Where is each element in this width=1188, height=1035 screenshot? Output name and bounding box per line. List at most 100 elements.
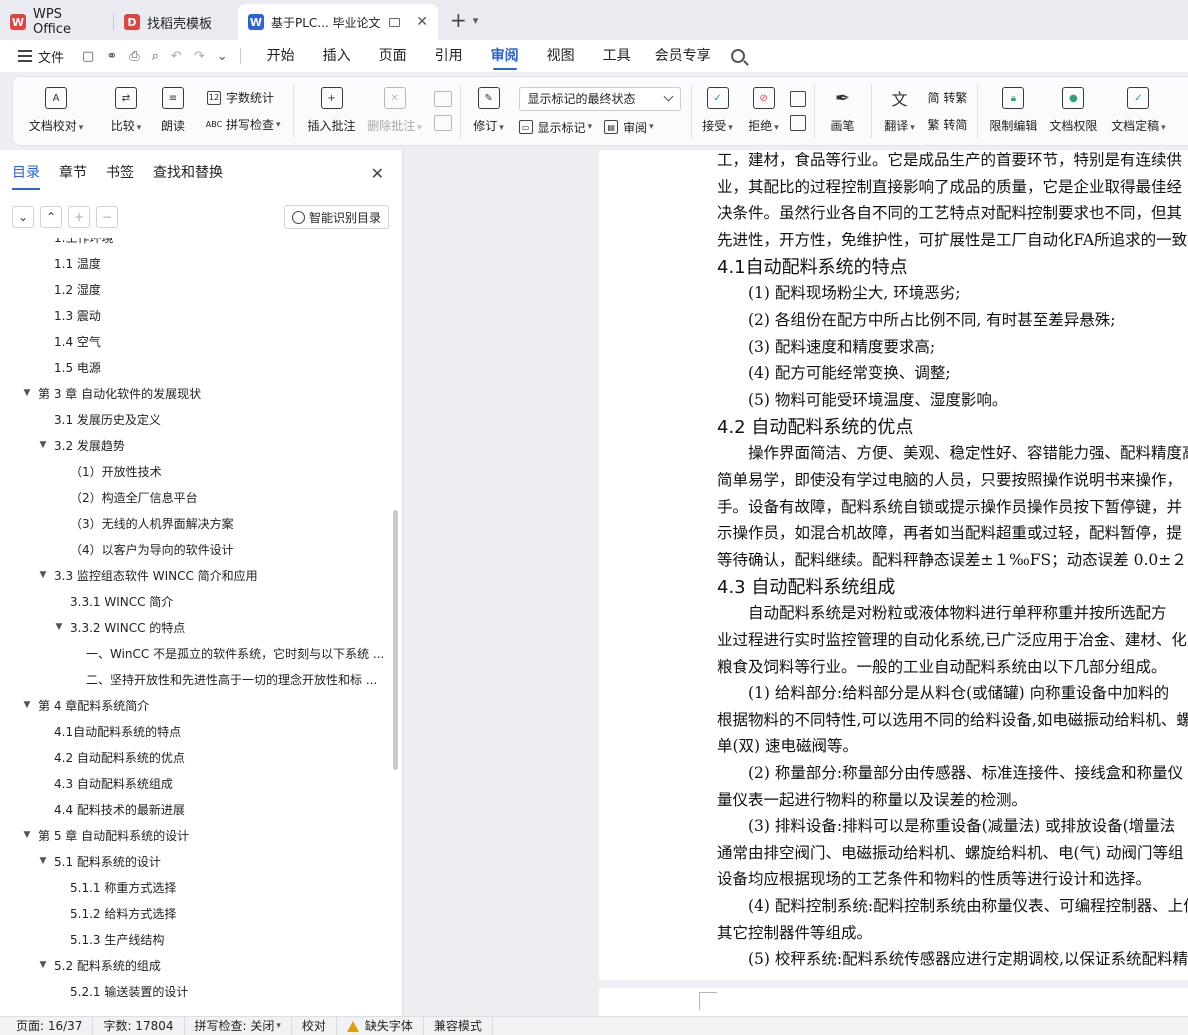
hamburger-icon[interactable] (18, 50, 32, 62)
spell-check-button[interactable]: ABC 拼写检查 ▾ (206, 116, 281, 133)
toc-item[interactable]: 一、WinCC 不是孤立的软件系统，它时刻与以下系统 ... (0, 640, 392, 666)
more-chevron-icon[interactable]: ⌄ (217, 49, 228, 64)
window-icon[interactable] (388, 17, 400, 27)
tab-find-replace[interactable]: 查找和替换 (153, 150, 223, 196)
menu-insert[interactable]: 插入 (309, 40, 365, 72)
reject-button[interactable]: ⊘ 拒绝 ▾ (742, 83, 786, 139)
read-aloud-button[interactable]: ≡ 朗读 (153, 83, 193, 139)
toc-item[interactable]: （3）无线的人机界面解决方案 (0, 510, 392, 536)
doc-finalize-button[interactable]: ✓ 文档定稿 ▾ (1106, 83, 1170, 139)
menu-page[interactable]: 页面 (365, 40, 421, 72)
collapse-triangle-icon[interactable]: ▼ (22, 700, 32, 710)
compare-button[interactable]: ⇄ 比较 ▾ (99, 83, 153, 139)
redo-icon[interactable]: ↷ (194, 49, 205, 64)
toc-item[interactable]: 4.1自动配料系统的特点 (0, 718, 392, 744)
menu-start[interactable]: 开始 (253, 40, 309, 72)
menu-reference[interactable]: 引用 (421, 40, 477, 72)
toc-item[interactable]: 5.1.2 给料方式选择 (0, 900, 392, 926)
accept-button[interactable]: ✓ 接受 ▾ (700, 83, 736, 139)
collapse-triangle-icon[interactable]: ▼ (38, 570, 48, 580)
link-icon[interactable]: ⚭ (106, 49, 117, 64)
toc-item[interactable]: ▼ 3.3.2 WINCC 的特点 (0, 614, 392, 640)
collapse-triangle-icon[interactable]: ▼ (22, 388, 32, 398)
toc-item[interactable]: （2）构造全厂信息平台 (0, 484, 392, 510)
tab-document[interactable]: W 基于PLC... 毕业论文 ✕ (238, 4, 438, 40)
print-preview-icon[interactable]: ⌕ (152, 49, 159, 64)
collapse-triangle-icon[interactable]: ▼ (38, 440, 48, 450)
toc-item[interactable]: ▼ 5.2 配料系统的组成 (0, 952, 392, 978)
new-tab-button[interactable]: + ▾ (450, 8, 478, 32)
toc-scrollbar[interactable] (393, 510, 398, 770)
toc-item[interactable]: （4）以客户为导向的软件设计 (0, 536, 392, 562)
toc-item[interactable]: 4.4 配料技术的最新进展 (0, 796, 392, 822)
smart-toc-button[interactable]: 智能识别目录 (283, 205, 389, 229)
doc-check-button[interactable]: A 文档校对 ▾ (13, 83, 99, 139)
toc-item[interactable]: ▼ 第 4 章配料系统简介 (0, 692, 392, 718)
menu-tools[interactable]: 工具 (589, 40, 645, 72)
toc-item[interactable]: ▼ 第 3 章 自动化软件的发展现状 (0, 380, 392, 406)
toc-item[interactable]: （1）开放性技术 (0, 458, 392, 484)
search-icon[interactable] (730, 49, 745, 63)
previous-change-icon[interactable] (789, 91, 806, 107)
toc-item[interactable]: 1.工作环境 (0, 238, 392, 250)
add-heading-icon[interactable]: + (68, 206, 90, 228)
toc-item[interactable]: 4.2 自动配料系统的优点 (0, 744, 392, 770)
tab-bookmarks[interactable]: 书签 (106, 150, 134, 196)
tab-chapters[interactable]: 章节 (59, 150, 87, 196)
toc-item[interactable]: 1.4 空气 (0, 328, 392, 354)
menu-review[interactable]: 审阅 (477, 40, 533, 72)
tab-toc[interactable]: 目录 (12, 150, 40, 196)
toc-item[interactable]: 5.2.1 输送装置的设计 (0, 978, 392, 1004)
toc-item[interactable]: 1.3 震动 (0, 302, 392, 328)
document-page[interactable]: 工，建材，食品等行业。它是成品生产的首要环节，特别是有连续供 业，其配比的过程控制… (599, 150, 1188, 980)
collapse-up-icon[interactable]: ⌃ (40, 206, 62, 228)
collapse-triangle-icon[interactable]: ▼ (22, 830, 32, 840)
restrict-edit-button[interactable]: 🔒︎ 限制编辑 (986, 83, 1040, 139)
menu-view[interactable]: 视图 (533, 40, 589, 72)
close-pane-icon[interactable]: ✕ (371, 164, 384, 183)
toc-item[interactable]: ▼ 3.3 监控组态软件 WINCC 简介和应用 (0, 562, 392, 588)
tab-docer-templates[interactable]: D 找稻壳模板 (114, 6, 238, 38)
toc-item[interactable]: 1.1 温度 (0, 250, 392, 276)
print-icon[interactable]: ⎙ (129, 49, 139, 64)
missing-font-button[interactable]: 缺失字体 (337, 1016, 424, 1035)
collapse-triangle-icon[interactable]: ▼ (54, 622, 64, 632)
pen-button[interactable]: ✒ 画笔 (823, 83, 863, 139)
previous-comment-icon[interactable] (433, 91, 452, 107)
close-tab-icon[interactable]: ✕ (416, 14, 428, 30)
markup-state-select[interactable]: 显示标记的最终状态 (518, 86, 681, 111)
toc-item[interactable]: 1.5 电源 (0, 354, 392, 380)
remove-heading-icon[interactable]: − (96, 206, 118, 228)
delete-comment-button[interactable]: ✕ 删除批注 ▾ (362, 83, 428, 139)
show-markup-button[interactable]: 显示标记 (538, 119, 586, 136)
doc-permission-button[interactable]: ● 文档权限 (1046, 83, 1100, 139)
word-count[interactable]: 字数: 17804 (93, 1016, 185, 1035)
toc-item[interactable]: 5.1.1 称重方式选择 (0, 874, 392, 900)
collapse-triangle-icon[interactable]: ▼ (38, 856, 48, 866)
toc-item[interactable]: 3.1 发展历史及定义 (0, 406, 392, 432)
proofread-button[interactable]: 校对 (292, 1016, 337, 1035)
collapse-triangle-icon[interactable]: ▼ (38, 960, 48, 970)
revise-button[interactable]: ✎ 修订 ▾ (469, 83, 509, 139)
translate-button[interactable]: 文 翻译 ▾ (880, 83, 920, 139)
next-change-icon[interactable] (789, 115, 806, 131)
toc-item[interactable]: ▼ 5.1 配料系统的设计 (0, 848, 392, 874)
to-simplified-button[interactable]: 繁 转简 (928, 116, 968, 133)
toc-item[interactable]: 1.2 湿度 (0, 276, 392, 302)
file-menu[interactable]: 文件 (38, 47, 64, 66)
word-count-button[interactable]: 12 字数统计 (207, 89, 281, 106)
page-indicator[interactable]: 页面: 16/37 (0, 1016, 94, 1035)
toc-item[interactable]: 3.3.1 WINCC 简介 (0, 588, 392, 614)
to-traditional-button[interactable]: 简 转繁 (928, 89, 968, 106)
spell-check-status[interactable]: 拼写检查: 关闭 ▾ (185, 1016, 292, 1035)
toc-item[interactable]: 4.3 自动配料系统组成 (0, 770, 392, 796)
expand-down-icon[interactable]: ⌄ (12, 206, 34, 228)
insert-comment-button[interactable]: + 插入批注 (302, 83, 362, 139)
save-icon[interactable]: ▢ (82, 49, 94, 64)
tab-wps-office[interactable]: W WPS Office (0, 6, 114, 38)
toc-item[interactable]: 二、坚持开放性和先进性高于一切的理念开放性和标 ... (0, 666, 392, 692)
undo-icon[interactable]: ↶ (171, 49, 182, 64)
toc-item[interactable]: ▼ 第 5 章 自动配料系统的设计 (0, 822, 392, 848)
next-comment-icon[interactable] (433, 115, 452, 131)
review-pane-button[interactable]: 审阅 (623, 119, 647, 136)
